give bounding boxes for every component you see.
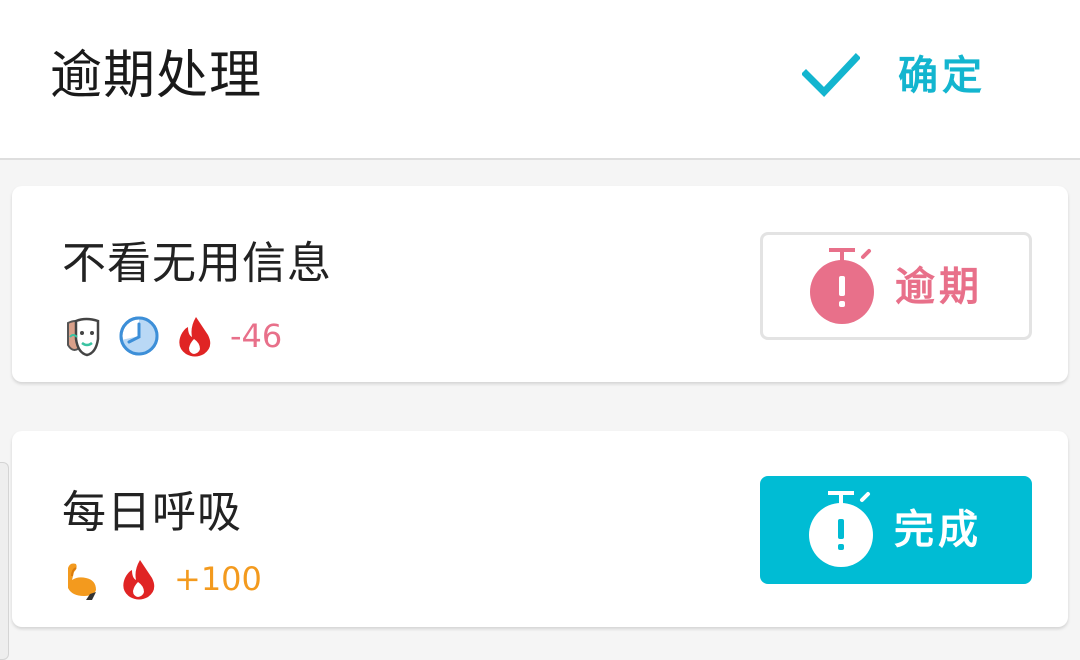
overdue-label: 逾期 [895,264,983,310]
task-title: 每日呼吸 [62,487,242,538]
confirm-button[interactable]: 确定 [790,40,1010,116]
overdue-button[interactable]: 逾期 [760,232,1032,340]
edge-drawer-handle[interactable] [0,462,9,660]
task-card: 不看无用信息 -46 逾期 [12,186,1068,382]
complete-label: 完成 [894,507,982,553]
stopwatch-alert-icon [810,248,874,324]
score-value: +100 [174,560,262,598]
complete-button[interactable]: 完成 [760,476,1032,584]
confirm-label: 确定 [898,53,986,99]
flame-icon [118,558,160,600]
task-title: 不看无用信息 [62,238,332,289]
app-header: 逾期处理 确定 [0,0,1080,160]
clock-icon [118,315,160,357]
page-title: 逾期处理 [50,46,263,106]
flame-icon [174,315,216,357]
task-card: 每日呼吸 +100 完成 [12,431,1068,627]
mask-icon [62,315,104,357]
stopwatch-alert-icon [809,491,873,567]
task-meta: -46 [62,314,282,358]
flexed-arm-icon [62,558,104,600]
check-icon [802,53,860,98]
score-value: -46 [230,317,283,355]
task-meta: +100 [62,557,262,601]
